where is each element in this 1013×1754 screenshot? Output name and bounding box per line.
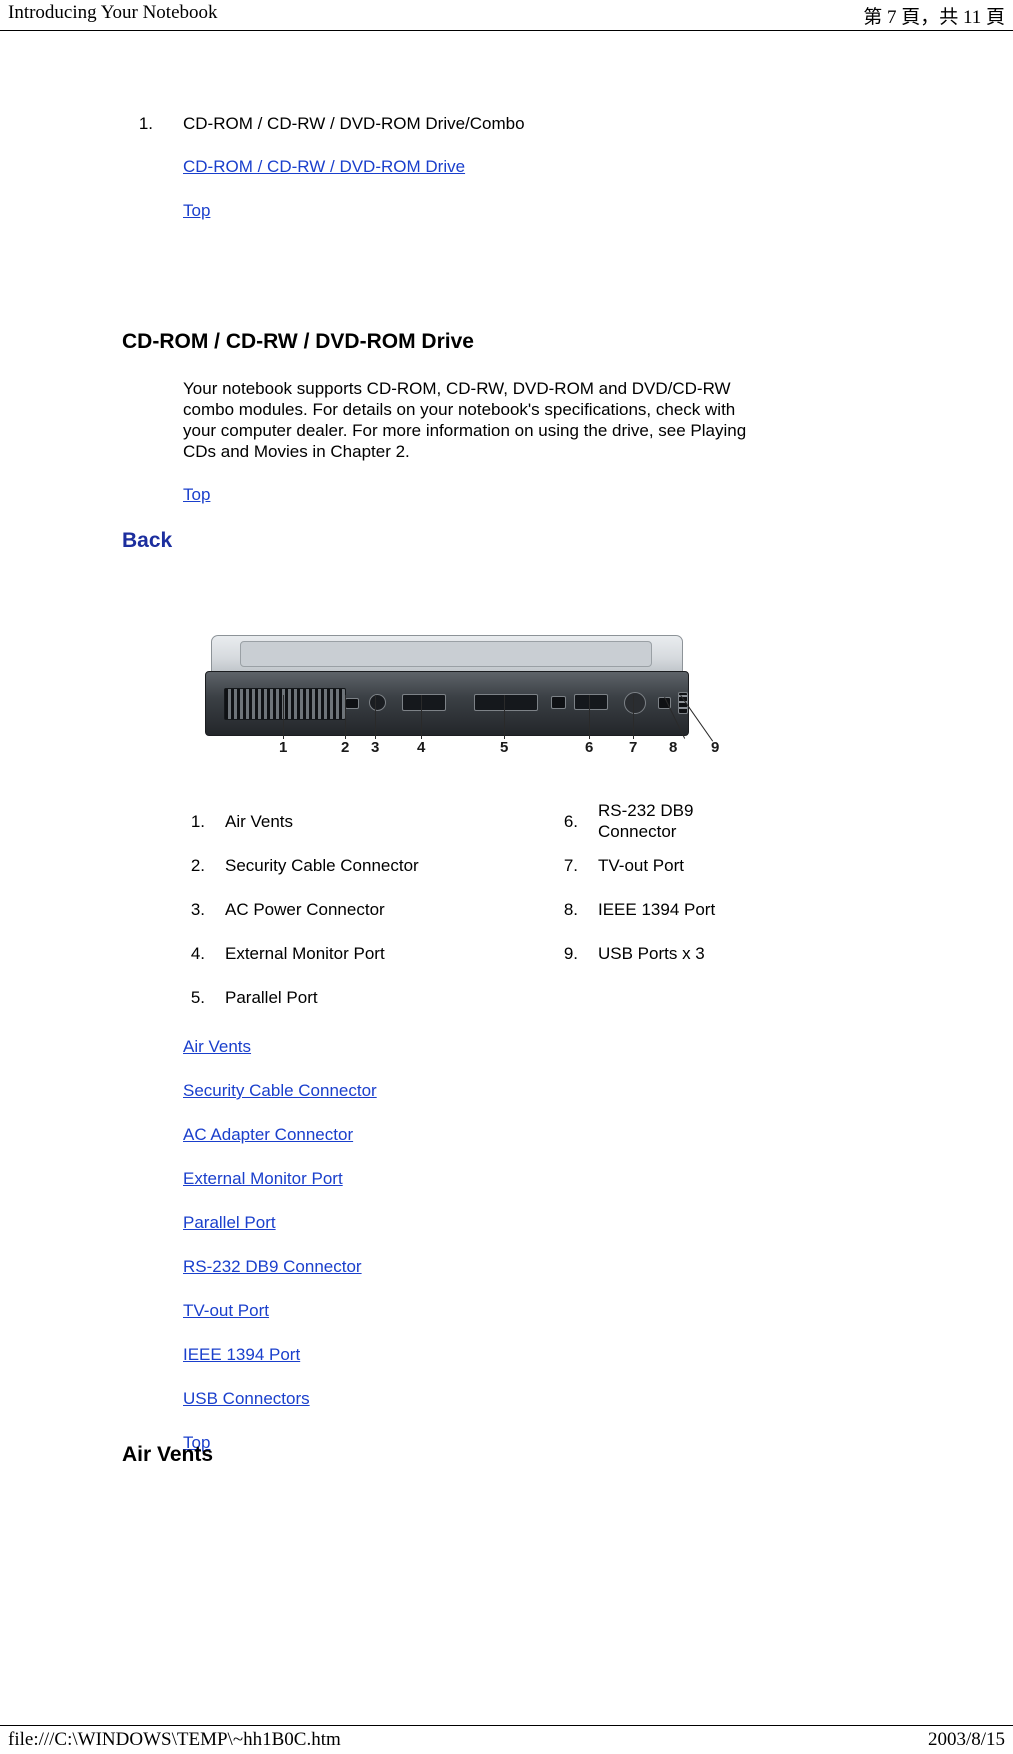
link-row: Air Vents (183, 1037, 377, 1081)
link-row: External Monitor Port (183, 1169, 377, 1213)
link-row: Parallel Port (183, 1213, 377, 1257)
port-number: 3. (190, 900, 205, 919)
heading-air-vents: Air Vents (122, 1443, 214, 1466)
figure-label-6: 6 (585, 739, 594, 756)
list-item: 1. Air Vents (183, 811, 563, 855)
link-row: TV-out Port (183, 1301, 377, 1345)
list-item: 7. TV-out Port (556, 855, 916, 899)
port-label: TV-out Port (598, 856, 684, 875)
back-ports-column-left: 1. Air Vents 2. Security Cable Connector… (183, 811, 563, 1031)
port-number: 9. (563, 944, 578, 963)
link-security-cable-connector[interactable]: Security Cable Connector (183, 1081, 377, 1100)
air-vents-graphic (224, 688, 346, 720)
port-label: IEEE 1394 Port (598, 900, 716, 919)
figure-label-5: 5 (500, 739, 509, 756)
tv-out-port-graphic (624, 692, 646, 714)
port-label: Parallel Port (225, 988, 318, 1007)
link-air-vents[interactable]: Air Vents (183, 1037, 251, 1056)
back-ports-column-right: 6. RS-232 DB9 Connector 7. TV-out Port 8… (556, 801, 916, 987)
link-row: IEEE 1394 Port (183, 1345, 377, 1389)
leader-line-6 (589, 695, 590, 739)
leader-line-5 (504, 695, 505, 739)
notebook-rear-panel (205, 671, 689, 736)
figure-label-2: 2 (341, 739, 350, 756)
leader-line-4 (421, 695, 422, 739)
figure-label-8: 8 (669, 739, 678, 756)
ac-power-jack-graphic (369, 694, 386, 711)
figure-label-7: 7 (629, 739, 638, 756)
port-number: 6. (563, 812, 578, 831)
header-page-number: 第 7 頁，共 11 頁 (863, 7, 1005, 28)
port-label: Security Cable Connector (225, 856, 419, 875)
notebook-back-figure: 1 2 3 4 5 6 7 8 9 (205, 635, 719, 780)
link-usb-connectors[interactable]: USB Connectors (183, 1389, 310, 1408)
db9-port-graphic (574, 694, 608, 710)
port-number: 2. (190, 856, 205, 875)
port-label: USB Ports x 3 (598, 944, 705, 963)
link-ieee-1394-port[interactable]: IEEE 1394 Port (183, 1345, 300, 1364)
footer-date: 2003/8/15 (927, 1729, 1005, 1750)
link-ac-adapter-connector[interactable]: AC Adapter Connector (183, 1125, 353, 1144)
link-top-1[interactable]: Top (183, 201, 210, 220)
link-row: AC Adapter Connector (183, 1125, 377, 1169)
top-link-1-wrap: Top (183, 201, 210, 221)
port-label: AC Power Connector (225, 900, 385, 919)
page-header: Introducing Your Notebook 第 7 頁，共 11 頁 (0, 0, 1013, 31)
security-lock-slot-graphic (345, 698, 359, 709)
figure-label-1: 1 (279, 739, 288, 756)
list-item: 9. USB Ports x 3 (556, 943, 916, 987)
port-number: 1. (190, 812, 205, 831)
notebook-lid-panel (240, 641, 652, 667)
port-label: Air Vents (225, 812, 294, 831)
top-link-2-wrap: Top (183, 485, 210, 505)
heading-cdrom-drive: CD-ROM / CD-RW / DVD-ROM Drive (122, 330, 474, 353)
paragraph-cdrom-description: Your notebook supports CD-ROM, CD-RW, DV… (183, 379, 747, 461)
link-parallel-port[interactable]: Parallel Port (183, 1213, 276, 1232)
port-number: 8. (563, 900, 578, 919)
link-row: USB Connectors (183, 1389, 377, 1433)
link-row: RS-232 DB9 Connector (183, 1257, 377, 1301)
cdrom-anchor-link-wrap: CD-ROM / CD-RW / DVD-ROM Drive (183, 157, 465, 177)
heading-back: Back (122, 529, 173, 552)
back-section-links: Air Vents Security Cable Connector AC Ad… (183, 1037, 377, 1477)
port-label: RS-232 DB9 Connector (598, 801, 694, 841)
link-rs232-db9-connector[interactable]: RS-232 DB9 Connector (183, 1257, 362, 1276)
link-row: Security Cable Connector (183, 1081, 377, 1125)
leader-line-7 (633, 695, 634, 739)
vga-port-graphic (402, 694, 446, 711)
figure-number-labels: 1 2 3 4 5 6 7 8 9 (205, 739, 719, 767)
leader-line-1 (283, 695, 284, 739)
figure-label-9: 9 (711, 739, 720, 756)
leader-line-2 (345, 695, 346, 739)
header-document-title: Introducing Your Notebook (8, 2, 218, 23)
small-port-graphic (551, 696, 566, 709)
port-number: 5. (190, 988, 205, 1007)
list-item: 5. Parallel Port (183, 987, 563, 1031)
list-item-number: 1. (138, 114, 153, 133)
leader-line-3 (375, 695, 376, 739)
footer-file-path: file:///C:\WINDOWS\TEMP\~hh1B0C.htm (8, 1729, 341, 1750)
list-item: 4. External Monitor Port (183, 943, 563, 987)
list-item: 3. AC Power Connector (183, 899, 563, 943)
figure-label-4: 4 (417, 739, 426, 756)
link-cdrom-drive[interactable]: CD-ROM / CD-RW / DVD-ROM Drive (183, 157, 465, 176)
parallel-port-graphic (474, 694, 538, 711)
port-label: External Monitor Port (225, 944, 385, 963)
port-number: 4. (190, 944, 205, 963)
list-item-label: CD-ROM / CD-RW / DVD-ROM Drive/Combo (183, 114, 525, 133)
link-top-2[interactable]: Top (183, 485, 210, 504)
port-number: 7. (563, 856, 578, 875)
page-footer: file:///C:\WINDOWS\TEMP\~hh1B0C.htm 2003… (0, 1725, 1013, 1754)
figure-label-3: 3 (371, 739, 380, 756)
list-item: 6. RS-232 DB9 Connector (556, 801, 916, 855)
list-item: 2. Security Cable Connector (183, 855, 563, 899)
link-external-monitor-port[interactable]: External Monitor Port (183, 1169, 343, 1188)
list-item: 8. IEEE 1394 Port (556, 899, 916, 943)
link-tv-out-port[interactable]: TV-out Port (183, 1301, 269, 1320)
